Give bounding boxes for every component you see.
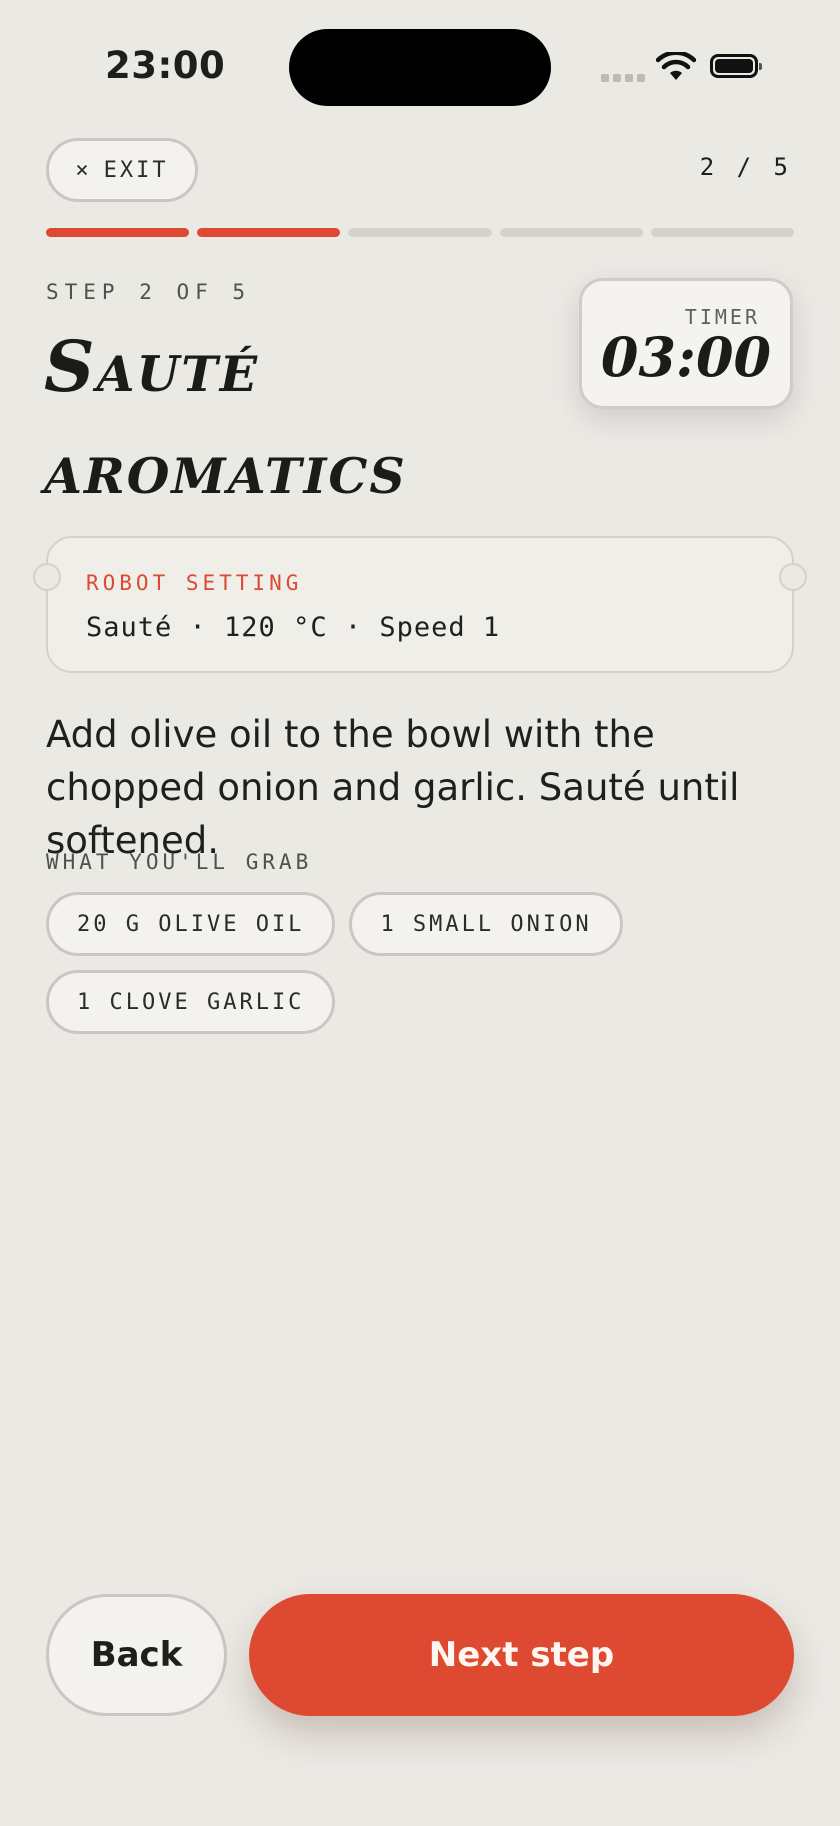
- robot-setting-value: Sauté · 120 °C · Speed 1: [86, 612, 501, 643]
- dynamic-island: [289, 29, 551, 106]
- status-time: 23:00: [105, 44, 226, 87]
- progress-segment: [197, 228, 341, 237]
- step-label: STEP 2 OF 5: [46, 280, 252, 304]
- ingredient-chip: 1 CLOVE GARLIC: [46, 970, 336, 1034]
- progress-segment: [46, 228, 190, 237]
- exit-button[interactable]: × EXIT: [46, 138, 198, 202]
- wifi-icon: [656, 52, 696, 80]
- progress-segment: [499, 228, 643, 237]
- ticket-notch: [33, 563, 61, 591]
- close-icon: ×: [75, 157, 92, 183]
- timer-card[interactable]: TIMER 03:00: [579, 278, 793, 409]
- progress-bar: [46, 228, 795, 237]
- timer-value: 03:00: [600, 325, 772, 389]
- step-counter: 2 / 5: [699, 153, 792, 181]
- ingredient-chips: 20 G OLIVE OIL 1 SMALL ONION 1 CLOVE GAR…: [46, 892, 686, 1034]
- ingredient-chip: 1 SMALL ONION: [349, 892, 623, 956]
- cellular-signal-icon: [601, 74, 645, 82]
- next-step-button[interactable]: Next step: [249, 1594, 794, 1716]
- progress-segment: [348, 228, 492, 237]
- ingredients-label: WHAT YOU'LL GRAB: [46, 850, 313, 874]
- back-button[interactable]: Back: [46, 1594, 227, 1716]
- ingredient-chip: 20 G OLIVE OIL: [46, 892, 336, 956]
- robot-setting-label: ROBOT SETTING: [86, 571, 303, 595]
- battery-icon: [710, 54, 762, 78]
- progress-segment: [650, 228, 795, 237]
- robot-setting-card: ROBOT SETTING Sauté · 120 °C · Speed 1: [33, 536, 807, 673]
- step-title: Sauté aromatics: [44, 325, 407, 510]
- ticket-notch: [779, 563, 807, 591]
- exit-label: EXIT: [103, 157, 169, 183]
- step-instruction: Add olive oil to the bowl with the chopp…: [46, 713, 740, 862]
